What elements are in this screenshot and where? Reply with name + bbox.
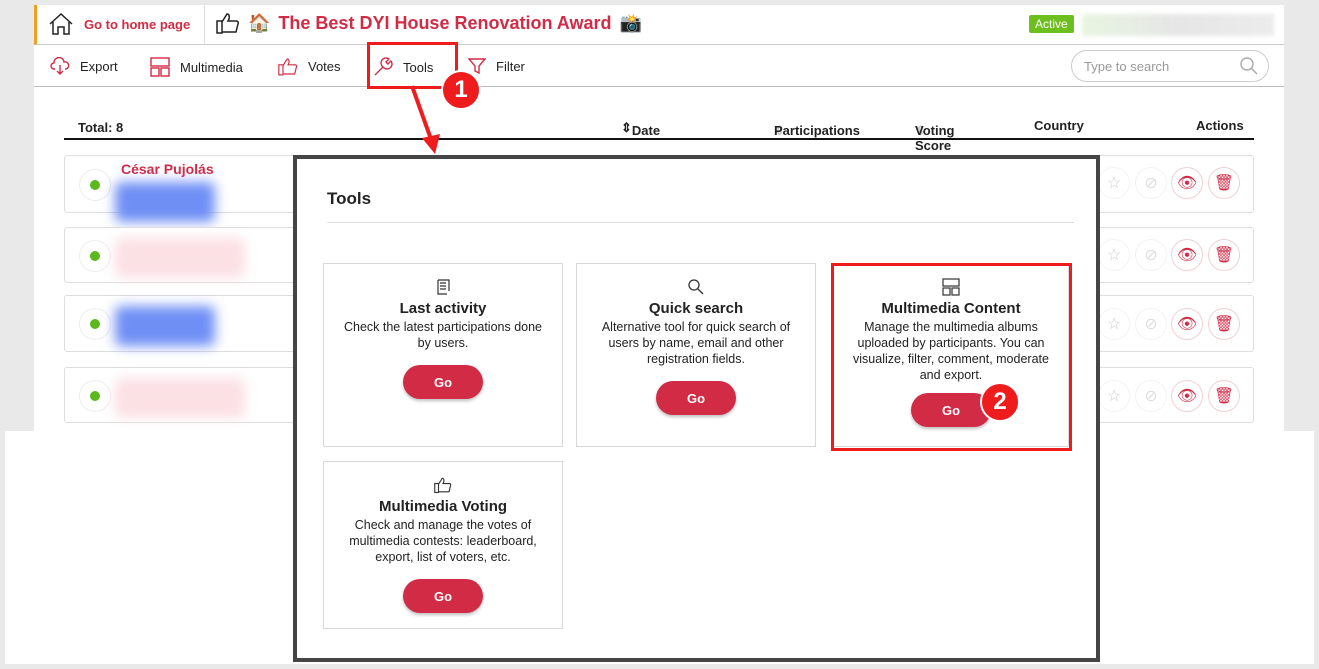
annotation-highlight-multimedia-content [831, 263, 1072, 451]
block-button[interactable]: ⊘ [1135, 167, 1167, 199]
step-badge-2: 2 [980, 382, 1020, 422]
go-button[interactable]: Go [656, 381, 736, 415]
card-description: Alternative tool for quick search of use… [601, 320, 791, 366]
blurred-info [115, 378, 245, 418]
divider [204, 5, 205, 45]
star-button[interactable]: ☆ [1098, 239, 1130, 271]
block-button[interactable]: ⊘ [1135, 308, 1167, 340]
block-button[interactable]: ⊘ [1135, 380, 1167, 412]
tool-card-quick-search: Quick search Alternative tool for quick … [576, 263, 816, 447]
trash-button[interactable]: 🗑 [1208, 308, 1240, 340]
card-title: Multimedia Voting [378, 498, 508, 515]
tool-card-last-activity: Last activity Check the latest participa… [323, 263, 563, 447]
page-title: 🏠 The Best DYI House Renovation Award 📸 [216, 12, 642, 34]
thumbs-up-icon [324, 476, 562, 496]
star-button[interactable]: ☆ [1098, 167, 1130, 199]
star-button[interactable]: ☆ [1098, 308, 1130, 340]
total-count: Total: 8 [78, 120, 124, 135]
modal-title: Tools [327, 189, 372, 208]
column-label: Voting Score [915, 123, 955, 153]
eye-button[interactable]: 👁 [1171, 308, 1203, 340]
column-actions: Actions [1196, 118, 1244, 133]
star-button[interactable]: ☆ [1098, 380, 1130, 412]
toolbar-label: Filter [496, 58, 525, 74]
card-title: Quick search [648, 300, 744, 317]
step-badge-1: 1 [441, 70, 481, 110]
search-icon [577, 278, 815, 298]
status-dot [79, 380, 111, 412]
toolbar-multimedia[interactable]: Multimedia [150, 57, 243, 77]
blurred-info [115, 306, 215, 346]
search-placeholder: Type to search [1084, 59, 1170, 74]
home-icon [49, 12, 73, 35]
toolbar-filter[interactable]: Filter [468, 57, 525, 75]
thumbs-up-icon [216, 13, 240, 34]
blurred-info [1082, 14, 1274, 36]
column-date[interactable]: ⇕ Date [621, 120, 660, 138]
eye-button[interactable]: 👁 [1171, 167, 1203, 199]
cloud-download-icon [50, 57, 70, 75]
column-label: Date [631, 123, 661, 138]
search-input[interactable]: Type to search [1071, 50, 1269, 82]
toolbar-votes[interactable]: Votes [278, 57, 341, 76]
toolbar-export[interactable]: Export [50, 57, 118, 75]
status-dot [79, 240, 111, 272]
table-header: Total: 8 ⇕ Date ⇕ Participations ⇕ Votin… [64, 117, 1254, 153]
card-description: Check and manage the votes of multimedia… [349, 518, 537, 564]
home-label: Go to home page [84, 16, 191, 32]
blurred-info [115, 238, 245, 278]
status-dot [79, 308, 111, 340]
layout-icon [150, 57, 170, 77]
card-title: Last activity [399, 300, 487, 317]
toolbar-label: Votes [308, 59, 341, 74]
card-description: Check the latest participations done by … [343, 320, 543, 350]
eye-button[interactable]: 👁 [1171, 380, 1203, 412]
trash-button[interactable]: 🗑 [1208, 167, 1240, 199]
camera-emoji: 📸 [619, 12, 642, 33]
column-label: Participations [774, 123, 860, 138]
eye-button[interactable]: 👁 [1171, 239, 1203, 271]
blurred-info [115, 182, 215, 222]
divider [327, 222, 1074, 223]
search-icon [1240, 57, 1258, 75]
status-dot [79, 169, 111, 201]
scroll-icon [324, 278, 562, 298]
go-button[interactable]: Go [403, 365, 483, 399]
trash-button[interactable]: 🗑 [1208, 239, 1240, 271]
contest-title: The Best DYI House Renovation Award [278, 12, 612, 33]
thumbs-up-icon [278, 58, 298, 76]
participant-name[interactable]: César Pujolás [121, 161, 214, 177]
tool-card-multimedia-voting: Multimedia Voting Check and manage the v… [323, 461, 563, 629]
column-country: Country [1034, 118, 1084, 133]
house-emoji: 🏠 [248, 12, 271, 33]
trash-button[interactable]: 🗑 [1208, 380, 1240, 412]
toolbar-label: Export [80, 58, 118, 74]
toolbar-label: Multimedia [180, 59, 243, 75]
go-button[interactable]: Go [403, 579, 483, 613]
status-badge: Active [1029, 15, 1074, 33]
home-link[interactable]: Go to home page [48, 12, 190, 36]
block-button[interactable]: ⊘ [1135, 239, 1167, 271]
